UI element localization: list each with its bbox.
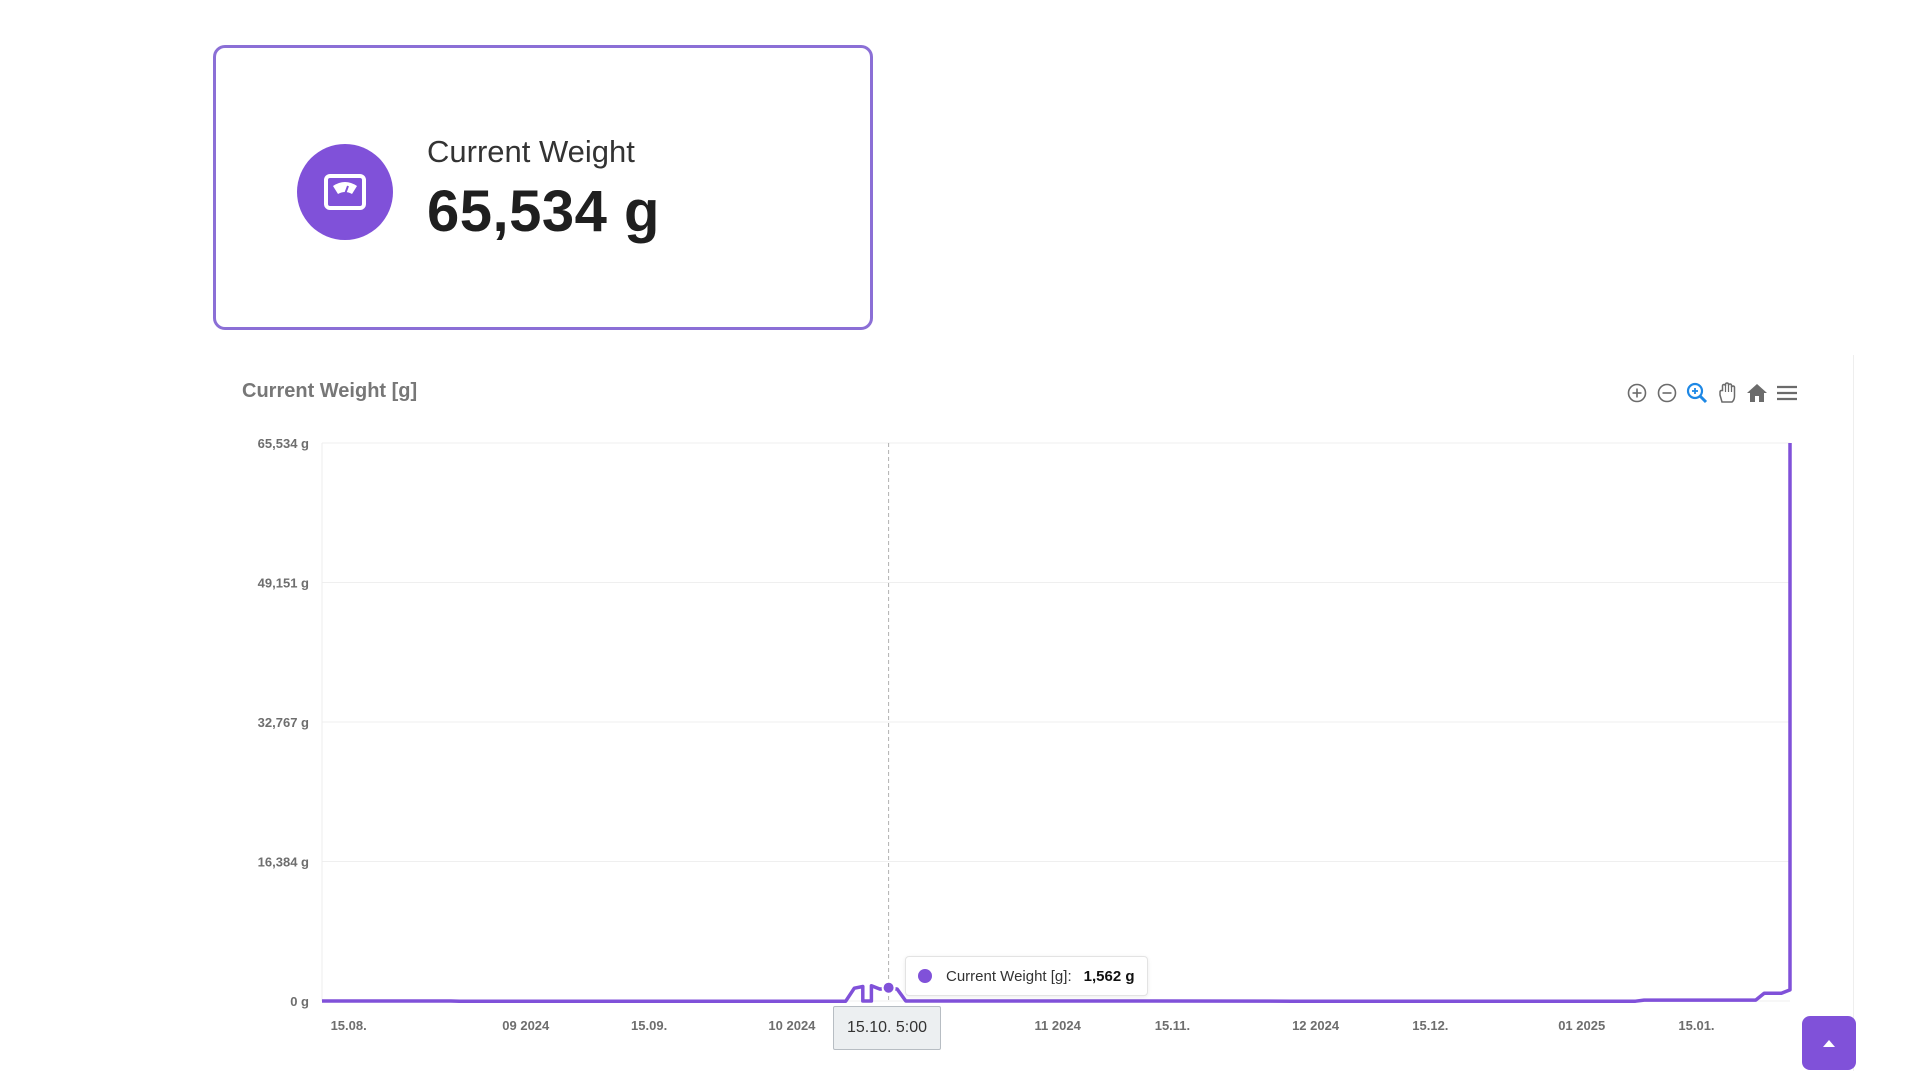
x-tick-label: 11 2024 <box>1035 1018 1082 1033</box>
weight-line-chart[interactable]: 65,534 g 49,151 g 32,767 g 16,384 g 0 g 15.0… <box>0 0 1913 1071</box>
y-axis-ticks: 65,534 g 49,151 g 32,767 g 16,384 g 0 g <box>258 436 309 1009</box>
tooltip-value: 1,562 g <box>1083 967 1135 985</box>
x-axis-tooltip: 15.10. 5:00 <box>833 1006 941 1050</box>
x-tick-label: 10 2024 <box>768 1018 816 1033</box>
y-tick-label: 16,384 g <box>258 854 309 869</box>
x-tick-label: 15.11. <box>1155 1018 1190 1033</box>
series-marker-icon <box>918 969 932 983</box>
scroll-to-top-button[interactable] <box>1802 1016 1856 1070</box>
grid <box>321 442 1790 1002</box>
y-tick-label: 65,534 g <box>258 436 309 451</box>
x-tick-label: 01 2025 <box>1558 1018 1605 1033</box>
x-axis-ticks: 15.08. 09 2024 15.09. 10 2024 11 2024 15.11. 1… <box>331 1018 1715 1033</box>
caret-up-icon <box>1823 1040 1835 1047</box>
y-tick-label: 0 g <box>290 994 309 1009</box>
x-tick-label: 12 2024 <box>1292 1018 1340 1033</box>
data-tooltip: Current Weight [g]: 1,562 g <box>905 956 1148 996</box>
tooltip-series-label: Current Weight [g]: <box>946 967 1072 985</box>
x-tick-label: 15.01. <box>1678 1018 1714 1033</box>
x-tick-label: 15.09. <box>631 1018 667 1033</box>
x-tick-label: 09 2024 <box>502 1018 550 1033</box>
x-tick-label: 15.08. <box>331 1018 367 1033</box>
x-tick-label: 15.12. <box>1412 1018 1448 1033</box>
hover-marker[interactable] <box>881 980 896 995</box>
y-tick-label: 49,151 g <box>258 575 309 590</box>
y-tick-label: 32,767 g <box>258 715 309 730</box>
